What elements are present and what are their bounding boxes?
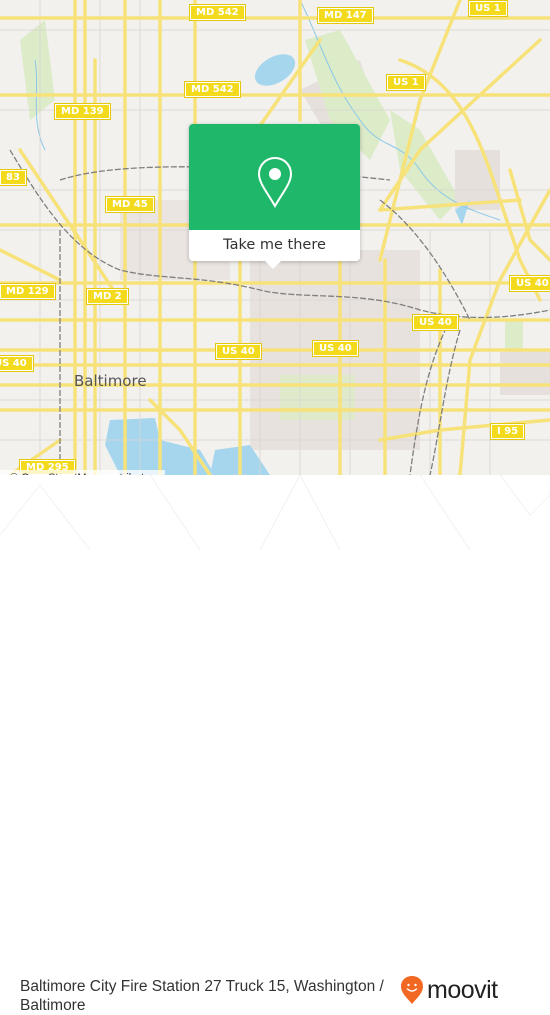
popup-header	[189, 124, 360, 230]
map-view[interactable]: MD 542 MD 147 US 1 MD 542 US 1 MD 139 83…	[0, 0, 550, 475]
moovit-wordmark: moovit	[427, 975, 498, 1004]
place-title: Baltimore City Fire Station 27 Truck 15,…	[20, 978, 384, 1014]
park-area	[280, 375, 355, 420]
road-shield-md542: MD 542	[184, 81, 241, 98]
road-shield-us1: US 1	[468, 0, 508, 17]
road-shield-us40: US 40	[0, 355, 34, 372]
lake	[254, 54, 296, 86]
road-shield-md542: MD 542	[189, 4, 246, 21]
location-pin-icon	[257, 156, 293, 208]
road-shield-us40: US 40	[509, 275, 550, 292]
popup-pointer	[264, 260, 282, 269]
park-area	[505, 320, 523, 350]
road-shield-md139: MD 139	[54, 103, 111, 120]
road-shield-us1: US 1	[386, 74, 426, 91]
road-shield-md2: MD 2	[86, 288, 129, 305]
moovit-logo[interactable]: moovit	[400, 975, 498, 1005]
road-shield-us40: US 40	[412, 314, 459, 331]
road-shield-i83: 83	[0, 169, 27, 186]
moovit-smiley-pin-icon	[401, 976, 423, 1004]
city-label: Baltimore	[74, 372, 147, 390]
footer: Baltimore City Fire Station 27 Truck 15,…	[0, 475, 550, 1014]
park-area	[20, 20, 55, 120]
take-me-there-button[interactable]: Take me there	[189, 230, 360, 261]
road-shield-us40: US 40	[312, 340, 359, 357]
urban-area	[500, 350, 550, 395]
road-shield-md129: MD 129	[0, 283, 56, 300]
footer-background-pattern	[0, 475, 550, 550]
road-shield-md45: MD 45	[105, 196, 155, 213]
road-shield-i95: I 95	[489, 423, 526, 440]
road-shield-md147: MD 147	[317, 7, 374, 24]
road-shield-us40: US 40	[215, 343, 262, 360]
location-popup: Take me there	[189, 124, 360, 269]
